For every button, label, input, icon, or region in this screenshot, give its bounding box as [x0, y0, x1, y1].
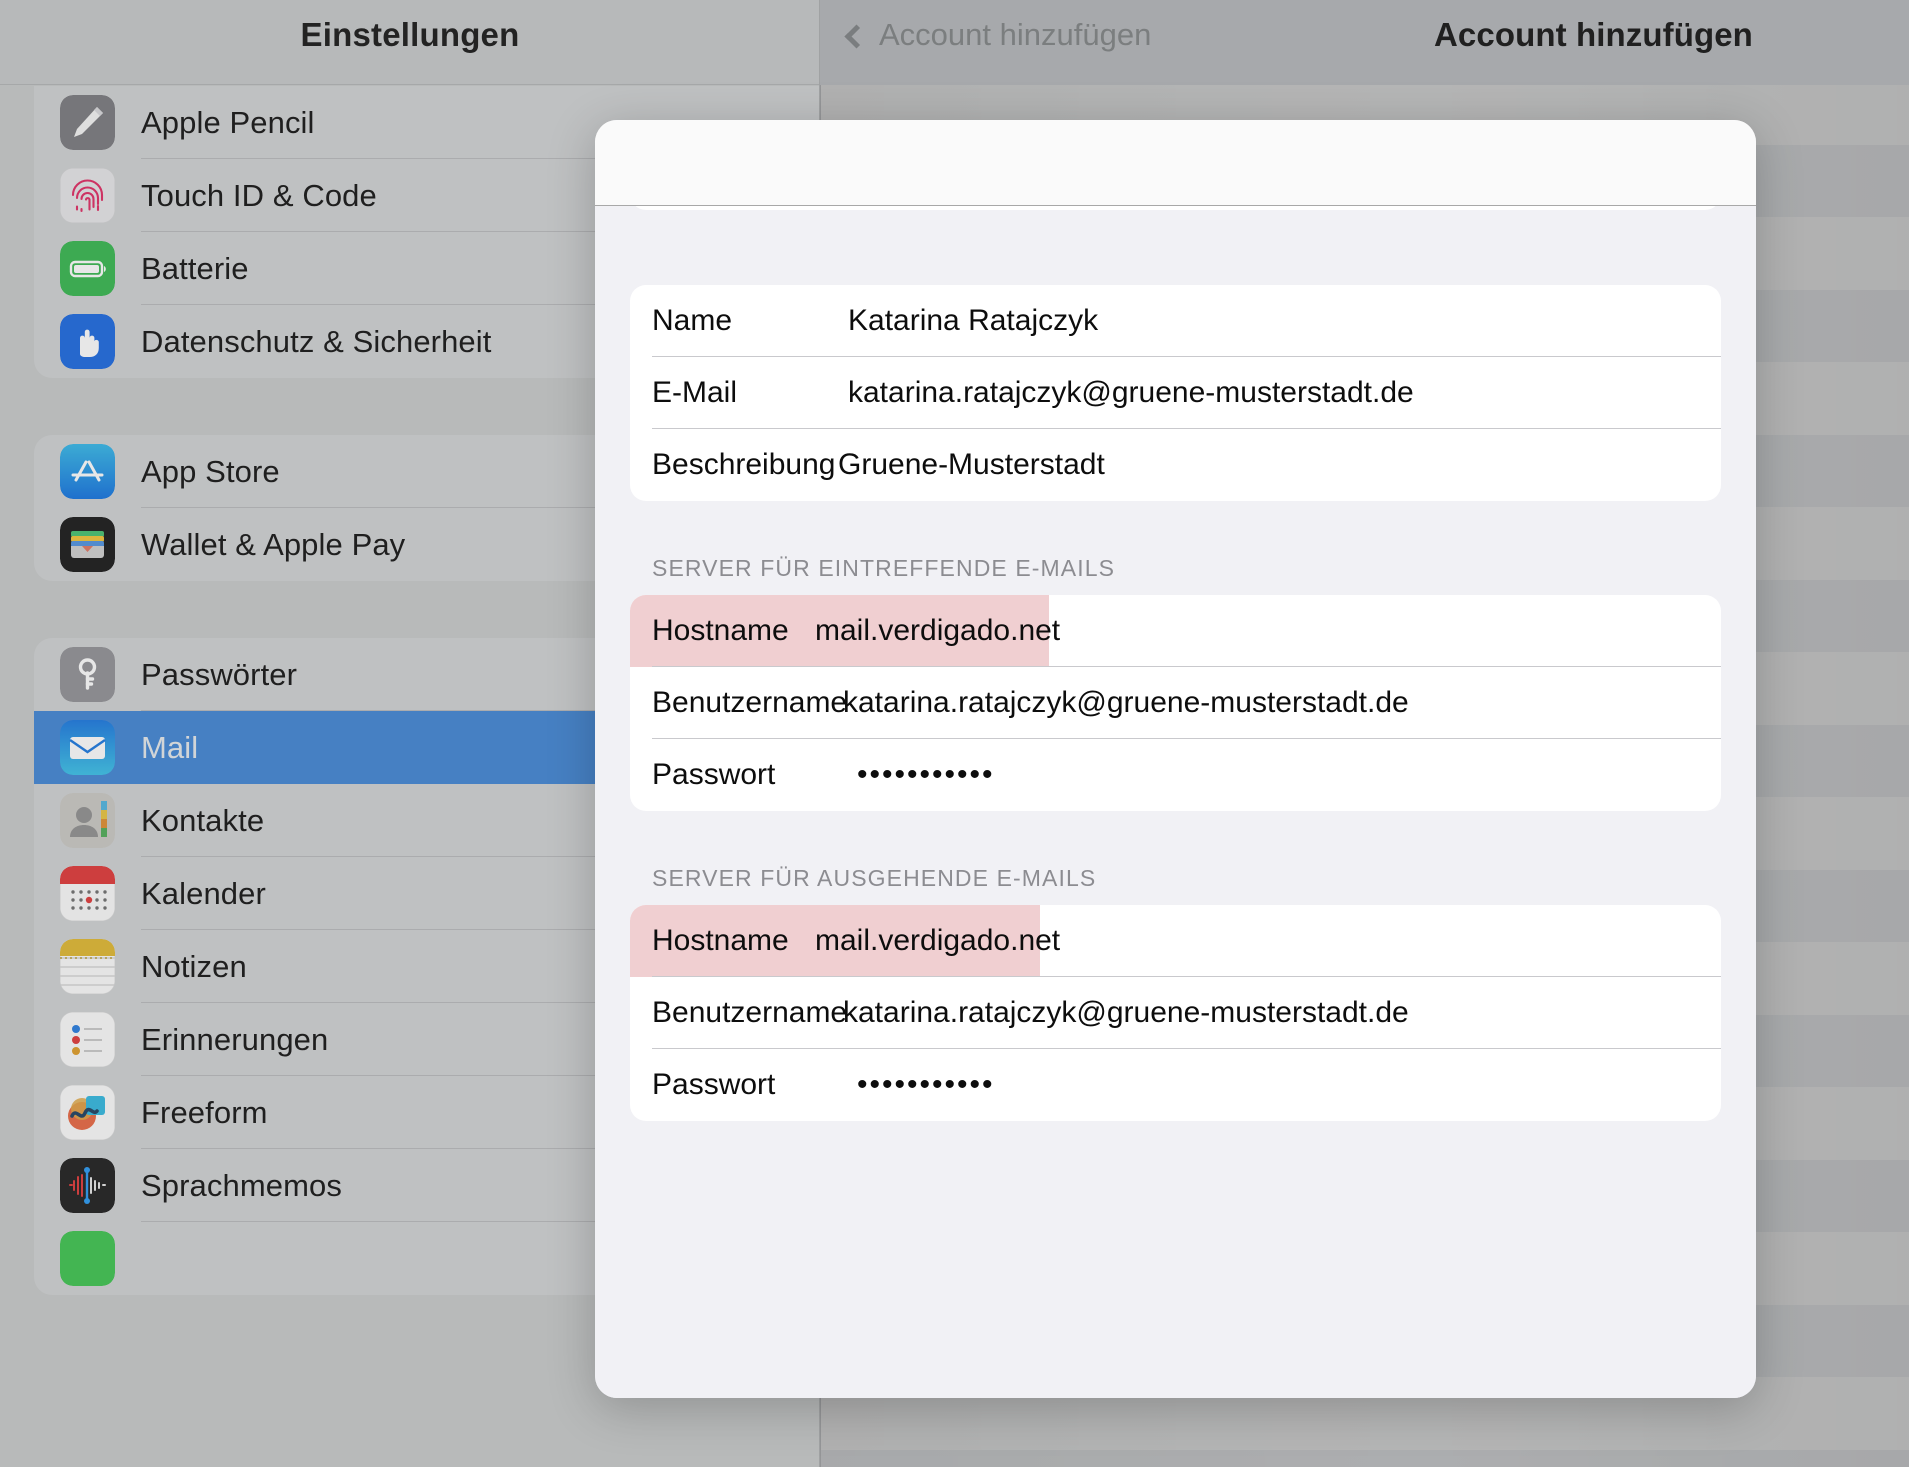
field-value[interactable]: mail.verdigado.net: [815, 614, 1060, 648]
sidebar-item-label: Wallet & Apple Pay: [141, 526, 406, 562]
outgoing-section-header: SERVER FÜR AUSGEHENDE E-MAILS: [652, 865, 1097, 891]
field-label: Passwort: [652, 758, 776, 791]
field-row-incoming-username[interactable]: Benutzername katarina.ratajczyk@gruene-m…: [630, 667, 1721, 739]
field-value[interactable]: •••••••••••: [857, 1068, 995, 1102]
field-row-outgoing-hostname[interactable]: Hostname mail.verdigado.net: [630, 905, 1721, 977]
sidebar-item-label: Kalender: [141, 875, 266, 911]
field-row-outgoing-password[interactable]: Passwort •••••••••••: [630, 1049, 1721, 1121]
field-label: E-Mail: [652, 376, 738, 409]
touch-id-icon: [60, 168, 115, 223]
chevron-left-icon: [844, 24, 869, 49]
field-value[interactable]: katarina.ratajczyk@gruene-musterstadt.de: [843, 686, 1409, 720]
sidebar-item-label: Sprachmemos: [141, 1167, 342, 1203]
sidebar-item-label: Mail: [141, 729, 199, 765]
calendar-icon: [60, 866, 115, 921]
field-value[interactable]: Gruene-Musterstadt: [838, 448, 1105, 482]
phone-icon: [60, 1231, 115, 1286]
sidebar-item-label: Datenschutz & Sicherheit: [141, 323, 492, 359]
field-label: Benutzername: [652, 686, 848, 719]
field-label: Hostname: [652, 614, 789, 647]
sidebar-item-label: Notizen: [141, 948, 247, 984]
field-value[interactable]: •••••••••••: [857, 758, 995, 792]
app-store-icon: [60, 444, 115, 499]
field-row-email[interactable]: E-Mail katarina.ratajczyk@gruene-musters…: [630, 357, 1721, 429]
battery-icon: [60, 241, 115, 296]
sidebar-item-label: Passwörter: [141, 656, 298, 692]
field-label: Passwort: [652, 1068, 776, 1101]
body-top-spacer: [630, 207, 1721, 285]
field-row-outgoing-username[interactable]: Benutzername katarina.ratajczyk@gruene-m…: [630, 977, 1721, 1049]
sidebar-item-label: Freeform: [141, 1094, 268, 1130]
outgoing-section-header-wrap: SERVER FÜR AUSGEHENDE E-MAILS: [630, 811, 1721, 905]
reminders-icon: [60, 1012, 115, 1067]
sidebar-item-label: Kontakte: [141, 802, 265, 838]
incoming-section-header-wrap: SERVER FÜR EINTREFFENDE E-MAILS: [630, 501, 1721, 595]
incoming-server-card: Hostname mail.verdigado.net Benutzername…: [630, 595, 1721, 811]
modal-body[interactable]: Name Katarina Ratajczyk E-Mail katarina.…: [595, 207, 1756, 1398]
field-row-description[interactable]: Beschreibung Gruene-Musterstadt: [630, 429, 1721, 501]
detail-pane-title: Account hinzufügen: [1434, 16, 1753, 53]
contacts-icon: [60, 793, 115, 848]
sidebar-item-label: Apple Pencil: [141, 104, 315, 140]
back-button-label: Account hinzufügen: [879, 17, 1152, 52]
voice-memos-icon: [60, 1158, 115, 1213]
field-value[interactable]: Katarina Ratajczyk: [848, 304, 1098, 338]
modal-header: [595, 120, 1756, 206]
field-row-incoming-hostname[interactable]: Hostname mail.verdigado.net: [630, 595, 1721, 667]
freeform-icon: [60, 1085, 115, 1140]
sidebar-item-label: Erinnerungen: [141, 1021, 329, 1057]
field-label: Beschreibung: [652, 448, 836, 481]
passwords-key-icon: [60, 647, 115, 702]
sidebar-item-label: Batterie: [141, 250, 249, 286]
apple-pencil-icon: [60, 95, 115, 150]
field-label: Hostname: [652, 924, 789, 957]
outgoing-server-card: Hostname mail.verdigado.net Benutzername…: [630, 905, 1721, 1121]
field-value[interactable]: katarina.ratajczyk@gruene-musterstadt.de: [848, 376, 1414, 410]
field-value[interactable]: katarina.ratajczyk@gruene-musterstadt.de: [843, 996, 1409, 1030]
field-label: Benutzername: [652, 996, 848, 1029]
sidebar-title: Einstellungen: [300, 16, 520, 53]
incoming-section-header: SERVER FÜR EINTREFFENDE E-MAILS: [652, 555, 1116, 581]
mail-icon: [60, 720, 115, 775]
sidebar-item-label: App Store: [141, 453, 280, 489]
field-value[interactable]: mail.verdigado.net: [815, 924, 1060, 958]
field-label: Name: [652, 304, 733, 337]
notes-icon: [60, 939, 115, 994]
field-row-incoming-password[interactable]: Passwort •••••••••••: [630, 739, 1721, 811]
account-info-card: Name Katarina Ratajczyk E-Mail katarina.…: [630, 285, 1721, 501]
new-account-modal: Abbrechen Neuer Account Weiter Name Kata…: [595, 120, 1756, 1398]
wallet-icon: [60, 517, 115, 572]
privacy-hand-icon: [60, 314, 115, 369]
sidebar-item-label: Touch ID & Code: [141, 177, 377, 213]
back-button[interactable]: Account hinzufügen: [844, 17, 1152, 53]
field-row-name[interactable]: Name Katarina Ratajczyk: [630, 285, 1721, 357]
